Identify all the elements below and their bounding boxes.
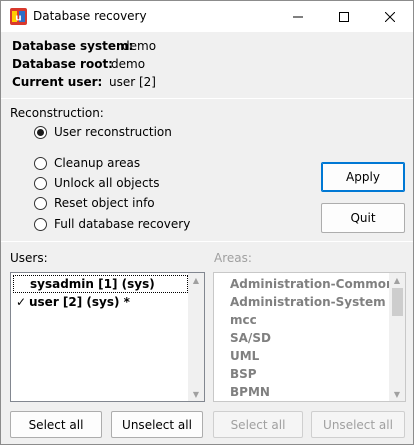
list-item-sysadmin[interactable]: sysadmin [1] (sys): [13, 275, 188, 293]
areas-list[interactable]: Administration-Common Administration-Sys…: [213, 272, 406, 402]
window-title: Database recovery: [33, 9, 147, 23]
checkmark-icon: ✓: [15, 295, 27, 309]
users-select-all-button[interactable]: Select all: [10, 411, 102, 438]
svg-text:u: u: [15, 14, 21, 24]
reconstruction-label: Reconstruction:: [10, 106, 104, 120]
database-root-label: Database root:: [12, 57, 113, 71]
areas-scrollbar[interactable]: ▲ ▼: [389, 273, 405, 401]
area-item[interactable]: mcc: [230, 311, 257, 329]
radio-label: Unlock all objects: [54, 176, 160, 190]
apply-button[interactable]: Apply: [321, 162, 405, 192]
scroll-down-icon[interactable]: ▼: [188, 387, 204, 401]
areas-unselect-all-button[interactable]: Unselect all: [311, 411, 405, 438]
current-user-value: user [2]: [109, 75, 156, 89]
area-item[interactable]: Administration-System: [230, 293, 386, 311]
list-item-label: sysadmin [1] (sys): [30, 277, 155, 291]
radio-reset-object-info[interactable]: Reset object info: [34, 195, 155, 211]
radio-selected-icon: [34, 125, 47, 139]
current-user-row: Current user: user [2]: [12, 75, 156, 89]
database-recovery-dialog: u Database recovery Database system: dem…: [0, 0, 414, 445]
current-user-label: Current user:: [12, 75, 103, 89]
users-scrollbar[interactable]: ▲ ▼: [188, 273, 204, 401]
app-icon: u: [10, 8, 27, 25]
list-item-user[interactable]: ✓ user [2] (sys) *: [13, 293, 130, 311]
scroll-up-icon[interactable]: ▲: [389, 273, 405, 287]
list-item-label: user [2] (sys) *: [29, 295, 130, 309]
radio-unselected-icon: [34, 196, 47, 210]
areas-select-all-button[interactable]: Select all: [213, 411, 303, 438]
maximize-icon: [339, 11, 349, 22]
areas-label: Areas:: [214, 251, 252, 265]
separator-top: [1, 98, 413, 99]
maximize-button[interactable]: [321, 1, 367, 32]
database-root-row: Database root: demo: [12, 57, 145, 71]
users-list[interactable]: sysadmin [1] (sys) ✓ user [2] (sys) * ▲ …: [10, 272, 205, 402]
scroll-down-icon[interactable]: ▼: [389, 387, 405, 401]
title-bar[interactable]: u Database recovery: [1, 1, 413, 32]
radio-user-reconstruction[interactable]: User reconstruction: [34, 124, 172, 140]
quit-button[interactable]: Quit: [321, 203, 405, 233]
database-system-label: Database system:: [12, 39, 134, 53]
radio-label: User reconstruction: [54, 125, 172, 139]
radio-label: Cleanup areas: [54, 156, 141, 170]
area-item[interactable]: BSP: [230, 365, 257, 383]
radio-unselected-icon: [34, 176, 47, 190]
area-item[interactable]: Administration-Common: [230, 275, 395, 293]
scroll-thumb[interactable]: [392, 288, 403, 316]
radio-unselected-icon: [34, 217, 47, 231]
users-unselect-all-button[interactable]: Unselect all: [111, 411, 203, 438]
radio-cleanup-areas[interactable]: Cleanup areas: [34, 155, 140, 171]
radio-label: Reset object info: [54, 196, 155, 210]
separator-middle: [1, 241, 413, 242]
minimize-button[interactable]: [275, 1, 321, 32]
area-item[interactable]: UML: [230, 347, 259, 365]
radio-unselected-icon: [34, 156, 47, 170]
scroll-up-icon[interactable]: ▲: [188, 273, 204, 287]
area-item[interactable]: SA/SD: [230, 329, 271, 347]
close-icon: [385, 11, 395, 22]
database-system-value: demo: [122, 39, 157, 53]
users-label: Users:: [10, 251, 48, 265]
database-root-value: demo: [111, 57, 146, 71]
minimize-icon: [293, 16, 303, 17]
close-button[interactable]: [367, 1, 413, 32]
radio-label: Full database recovery: [54, 217, 191, 231]
radio-full-database-recovery[interactable]: Full database recovery: [34, 216, 190, 232]
area-item[interactable]: BPMN: [230, 383, 270, 401]
radio-unlock-all-objects[interactable]: Unlock all objects: [34, 175, 160, 191]
database-system-row: Database system: demo: [12, 39, 156, 53]
